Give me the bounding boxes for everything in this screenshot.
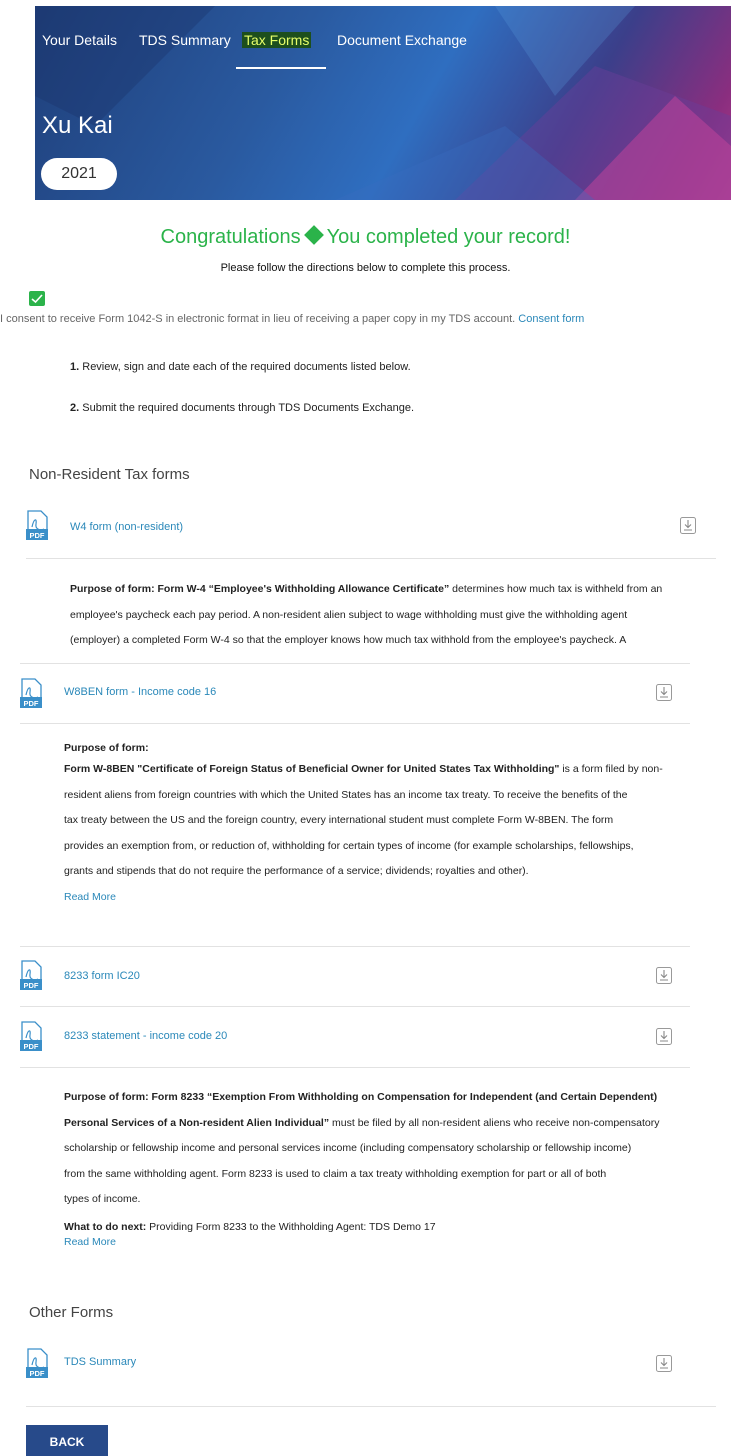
divider bbox=[26, 1406, 716, 1407]
congrats-subtitle: Please follow the directions below to co… bbox=[220, 262, 511, 274]
pdf-icon: PDF bbox=[20, 1021, 42, 1051]
form-row-8233-statement: PDF 8233 statement - income code 20 bbox=[20, 1021, 690, 1073]
consent-label: I consent to receive Form 1042-S in elec… bbox=[0, 313, 516, 325]
w8ben-description: Purpose of form: Form W-8BEN "Certificat… bbox=[64, 741, 714, 910]
year-badge: 2021 bbox=[41, 158, 117, 190]
user-name: Xu Kai bbox=[42, 112, 113, 139]
tab-tds-summary[interactable]: TDS Summary bbox=[139, 32, 231, 48]
svg-text:PDF: PDF bbox=[30, 1369, 45, 1378]
tab-tax-forms[interactable]: Tax Forms bbox=[242, 32, 312, 48]
consent-form-link[interactable]: Consent form bbox=[518, 313, 584, 325]
congrats-heading: Congratulations You completed your record… bbox=[0, 225, 731, 249]
form-row-tds-summary: PDF TDS Summary bbox=[26, 1348, 716, 1400]
section-title-other: Other Forms bbox=[29, 1304, 114, 1321]
divider bbox=[26, 558, 716, 559]
congrats-text-end: You completed your record! bbox=[326, 226, 571, 248]
diamond-icon bbox=[303, 225, 324, 245]
form-row-w4: PDF W4 form (non-resident) bbox=[26, 510, 716, 562]
8233-read-more-link[interactable]: Read More bbox=[64, 1235, 714, 1249]
divider bbox=[20, 1006, 690, 1007]
svg-text:PDF: PDF bbox=[24, 981, 39, 990]
pdf-icon: PDF bbox=[26, 510, 48, 540]
divider bbox=[20, 1067, 690, 1068]
download-icon[interactable] bbox=[656, 1355, 672, 1372]
divider bbox=[20, 723, 690, 724]
section-title-non-resident: Non-Resident Tax forms bbox=[29, 466, 190, 483]
pdf-icon: PDF bbox=[20, 960, 42, 990]
pdf-icon: PDF bbox=[26, 1348, 48, 1378]
pdf-icon: PDF bbox=[20, 678, 42, 708]
form-link-8233-statement[interactable]: 8233 statement - income code 20 bbox=[64, 1030, 227, 1042]
form-link-8233-ic20[interactable]: 8233 form IC20 bbox=[64, 970, 140, 982]
download-icon[interactable] bbox=[656, 1028, 672, 1045]
form-link-w4[interactable]: W4 form (non-resident) bbox=[70, 521, 183, 533]
divider bbox=[20, 663, 690, 664]
form-link-tds-summary[interactable]: TDS Summary bbox=[64, 1356, 136, 1368]
form-link-w8ben[interactable]: W8BEN form - Income code 16 bbox=[64, 686, 216, 698]
w4-description: Purpose of form: Form W-4 “Employee's Wi… bbox=[70, 583, 663, 645]
header-banner: Your Details TDS Summary Tax Forms Docum… bbox=[35, 6, 731, 200]
checkmark-icon bbox=[31, 294, 43, 304]
divider bbox=[20, 946, 690, 947]
svg-text:PDF: PDF bbox=[30, 531, 45, 540]
step-1: 1. Review, sign and date each of the req… bbox=[70, 361, 411, 373]
consent-text: I consent to receive Form 1042-S in elec… bbox=[0, 313, 584, 325]
consent-checkbox[interactable] bbox=[29, 291, 45, 306]
svg-text:PDF: PDF bbox=[24, 699, 39, 708]
download-icon[interactable] bbox=[656, 967, 672, 984]
svg-text:PDF: PDF bbox=[24, 1042, 39, 1051]
download-icon[interactable] bbox=[656, 684, 672, 701]
tab-your-details[interactable]: Your Details bbox=[42, 32, 117, 48]
w8ben-read-more-link[interactable]: Read More bbox=[64, 885, 714, 911]
form-row-8233-ic20: PDF 8233 form IC20 bbox=[20, 960, 690, 1012]
step-2: 2. Submit the required documents through… bbox=[70, 402, 415, 414]
download-icon[interactable] bbox=[680, 517, 696, 534]
back-button[interactable]: BACK bbox=[26, 1425, 108, 1456]
congrats-text-start: Congratulations bbox=[160, 226, 301, 248]
8233-description: Purpose of form: Form 8233 “Exemption Fr… bbox=[64, 1085, 714, 1249]
active-tab-indicator bbox=[236, 67, 326, 69]
tab-document-exchange[interactable]: Document Exchange bbox=[337, 32, 467, 48]
